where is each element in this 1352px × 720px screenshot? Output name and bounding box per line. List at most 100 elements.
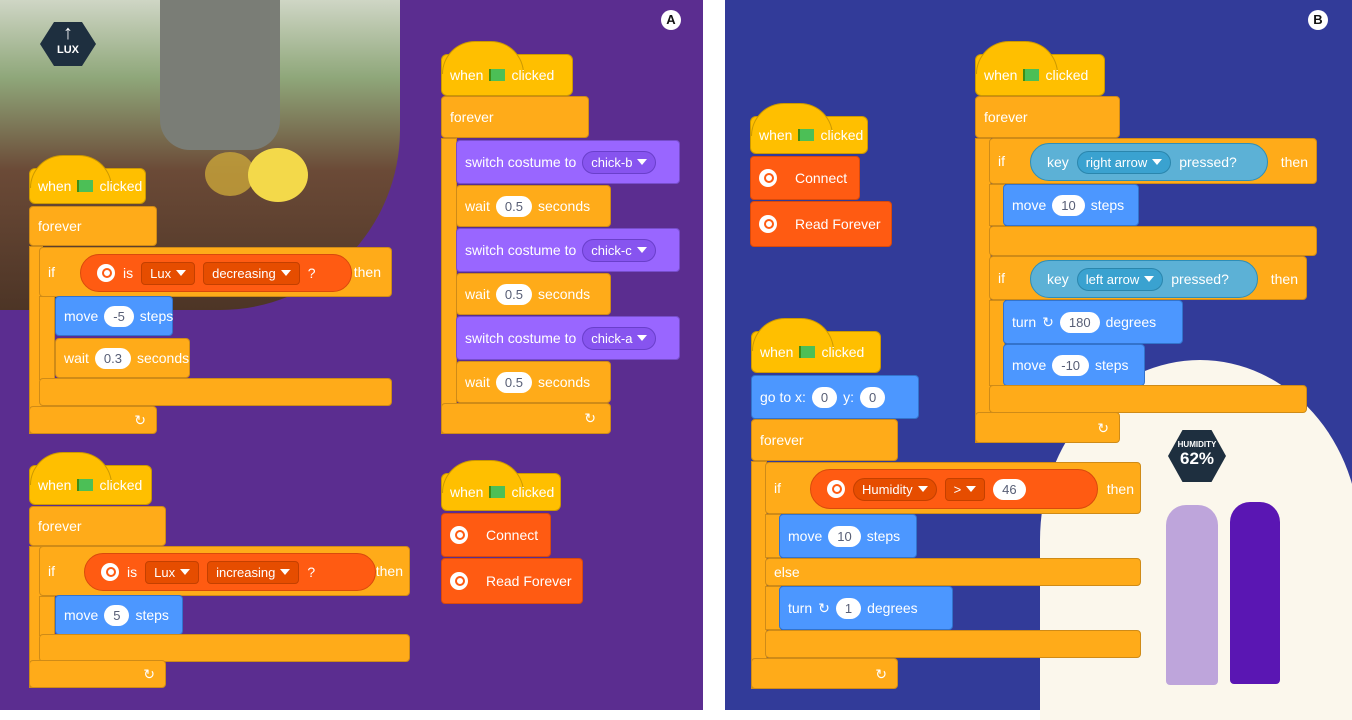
forever-end: ↻ <box>441 403 611 434</box>
move-steps-block[interactable]: move 5 steps <box>55 595 183 635</box>
threshold-input[interactable]: 46 <box>993 478 1026 500</box>
x-input[interactable]: 0 <box>811 386 838 408</box>
else-bar[interactable]: else <box>765 558 1141 586</box>
key-dropdown[interactable]: right arrow <box>1076 150 1172 174</box>
when-flag-clicked-block[interactable]: when clicked <box>29 452 152 505</box>
steps-input[interactable]: -10 <box>1052 354 1090 376</box>
if-key-left-block[interactable]: if key left arrow pressed? then <box>989 256 1307 300</box>
if-end <box>989 385 1307 413</box>
wait-seconds-block[interactable]: wait 0.5 seconds <box>456 185 611 227</box>
rotate-cw-icon: ↻ <box>1042 313 1054 330</box>
switch-costume-block[interactable]: switch costume to chick-a <box>456 316 680 360</box>
chick-sprite[interactable] <box>248 148 308 202</box>
forever-end: ↻ <box>751 658 898 689</box>
loop-arrow-icon: ↻ <box>134 412 146 428</box>
turn-degrees-block[interactable]: turn ↻ 180 degrees <box>1003 300 1183 344</box>
seconds-input[interactable]: 0.5 <box>495 371 532 393</box>
forever-label: forever <box>38 218 82 234</box>
if-end <box>39 378 392 406</box>
degrees-input[interactable]: 180 <box>1059 311 1100 333</box>
when-flag-clicked-block[interactable]: when clicked <box>751 318 881 373</box>
green-flag-icon <box>77 479 94 491</box>
green-flag-icon <box>799 346 816 358</box>
tree-trunk <box>160 0 280 150</box>
sensor-icon <box>97 264 115 282</box>
move-steps-block[interactable]: move -5 steps <box>55 296 173 336</box>
connect-block[interactable]: Connect <box>441 513 551 557</box>
humidity-condition[interactable]: Humidity > 46 <box>810 469 1098 509</box>
costume-dropdown[interactable]: chick-a <box>582 326 657 350</box>
when-flag-clicked-block[interactable]: when clicked <box>441 41 573 96</box>
forever-block[interactable]: forever <box>441 96 589 138</box>
steps-input[interactable]: 5 <box>104 604 130 626</box>
humidity-dropdown[interactable]: Humidity <box>853 477 937 501</box>
person-sprite-ghost <box>1166 505 1218 685</box>
forever-block[interactable]: forever <box>975 96 1120 138</box>
humidity-badge-value: 62% <box>1179 449 1215 468</box>
turn-degrees-block[interactable]: turn ↻ 1 degrees <box>779 586 953 630</box>
wait-seconds-block[interactable]: wait 0.5 seconds <box>456 273 611 315</box>
move-steps-block[interactable]: move 10 steps <box>1003 184 1139 226</box>
green-flag-icon <box>798 129 815 141</box>
key-right-arrow-condition[interactable]: key right arrow pressed? <box>1030 143 1268 181</box>
if-else-block[interactable]: if Humidity > 46 then <box>765 462 1141 514</box>
lux-increasing-condition[interactable]: is Lux increasing ? <box>84 553 376 591</box>
read-forever-block[interactable]: Read Forever <box>441 558 583 604</box>
seconds-input[interactable]: 0.3 <box>94 347 131 369</box>
steps-input[interactable]: -5 <box>104 305 134 327</box>
wait-seconds-block[interactable]: wait 0.3 seconds <box>55 338 190 378</box>
seconds-label: seconds <box>136 350 190 366</box>
y-input[interactable]: 0 <box>860 386 886 408</box>
seconds-input[interactable]: 0.5 <box>495 195 532 217</box>
if-then-block[interactable]: if is Lux decreasing ? then <box>39 247 392 297</box>
sensor-icon <box>759 215 777 233</box>
green-flag-icon <box>1023 69 1040 81</box>
read-forever-block[interactable]: Read Forever <box>750 201 892 247</box>
costume-dropdown[interactable]: chick-b <box>582 150 657 174</box>
forever-block[interactable]: forever <box>29 206 157 246</box>
lux-badge-label: LUX <box>57 44 79 56</box>
switch-costume-block[interactable]: switch costume to chick-c <box>456 228 680 272</box>
when-flag-clicked-block[interactable]: when clicked <box>29 155 146 204</box>
steps-input[interactable]: 10 <box>828 525 861 547</box>
connect-block[interactable]: Connect <box>750 156 860 200</box>
green-flag-icon <box>77 180 94 192</box>
if-arm <box>39 296 55 380</box>
lux-dropdown[interactable]: Lux <box>145 560 200 584</box>
when-flag-clicked-block[interactable]: when clicked <box>975 41 1105 96</box>
costume-dropdown[interactable]: chick-c <box>582 238 656 262</box>
steps-input[interactable]: 10 <box>1052 194 1085 216</box>
is-label: is <box>123 265 134 281</box>
forever-block[interactable]: forever <box>751 419 898 461</box>
sensor-icon <box>827 480 845 498</box>
wait-label: wait <box>64 350 89 366</box>
then-label: then <box>353 264 381 280</box>
if-then-block[interactable]: if is Lux increasing ? then <box>39 546 410 596</box>
when-flag-clicked-block[interactable]: when clicked <box>441 460 561 511</box>
switch-costume-block[interactable]: switch costume to chick-b <box>456 140 680 184</box>
move-steps-block[interactable]: move 10 steps <box>779 514 917 558</box>
degrees-input[interactable]: 1 <box>835 597 862 619</box>
lux-decreasing-condition[interactable]: is Lux decreasing ? <box>80 254 352 292</box>
decreasing-dropdown[interactable]: decreasing <box>203 261 300 285</box>
lux-dropdown[interactable]: Lux <box>141 261 196 285</box>
sensor-icon <box>101 563 119 581</box>
if-key-right-block[interactable]: if key right arrow pressed? then <box>989 138 1317 184</box>
green-flag-icon <box>489 69 506 81</box>
key-dropdown[interactable]: left arrow <box>1076 267 1164 291</box>
loop-arrow-icon: ↻ <box>1097 420 1109 436</box>
forever-block[interactable]: forever <box>29 506 166 546</box>
if-end <box>989 226 1317 256</box>
seconds-input[interactable]: 0.5 <box>495 283 532 305</box>
when-flag-clicked-block[interactable]: when clicked <box>750 103 868 154</box>
go-to-xy-block[interactable]: go to x: 0 y: 0 <box>751 375 919 419</box>
move-steps-block[interactable]: move -10 steps <box>1003 344 1145 386</box>
operator-dropdown[interactable]: > <box>944 477 986 501</box>
person-sprite[interactable] <box>1230 502 1280 684</box>
move-label: move <box>64 308 99 324</box>
increasing-dropdown[interactable]: increasing <box>207 560 300 584</box>
sensor-icon <box>450 572 468 590</box>
wait-seconds-block[interactable]: wait 0.5 seconds <box>456 361 611 403</box>
when-label: when <box>38 178 72 194</box>
key-left-arrow-condition[interactable]: key left arrow pressed? <box>1030 260 1258 298</box>
